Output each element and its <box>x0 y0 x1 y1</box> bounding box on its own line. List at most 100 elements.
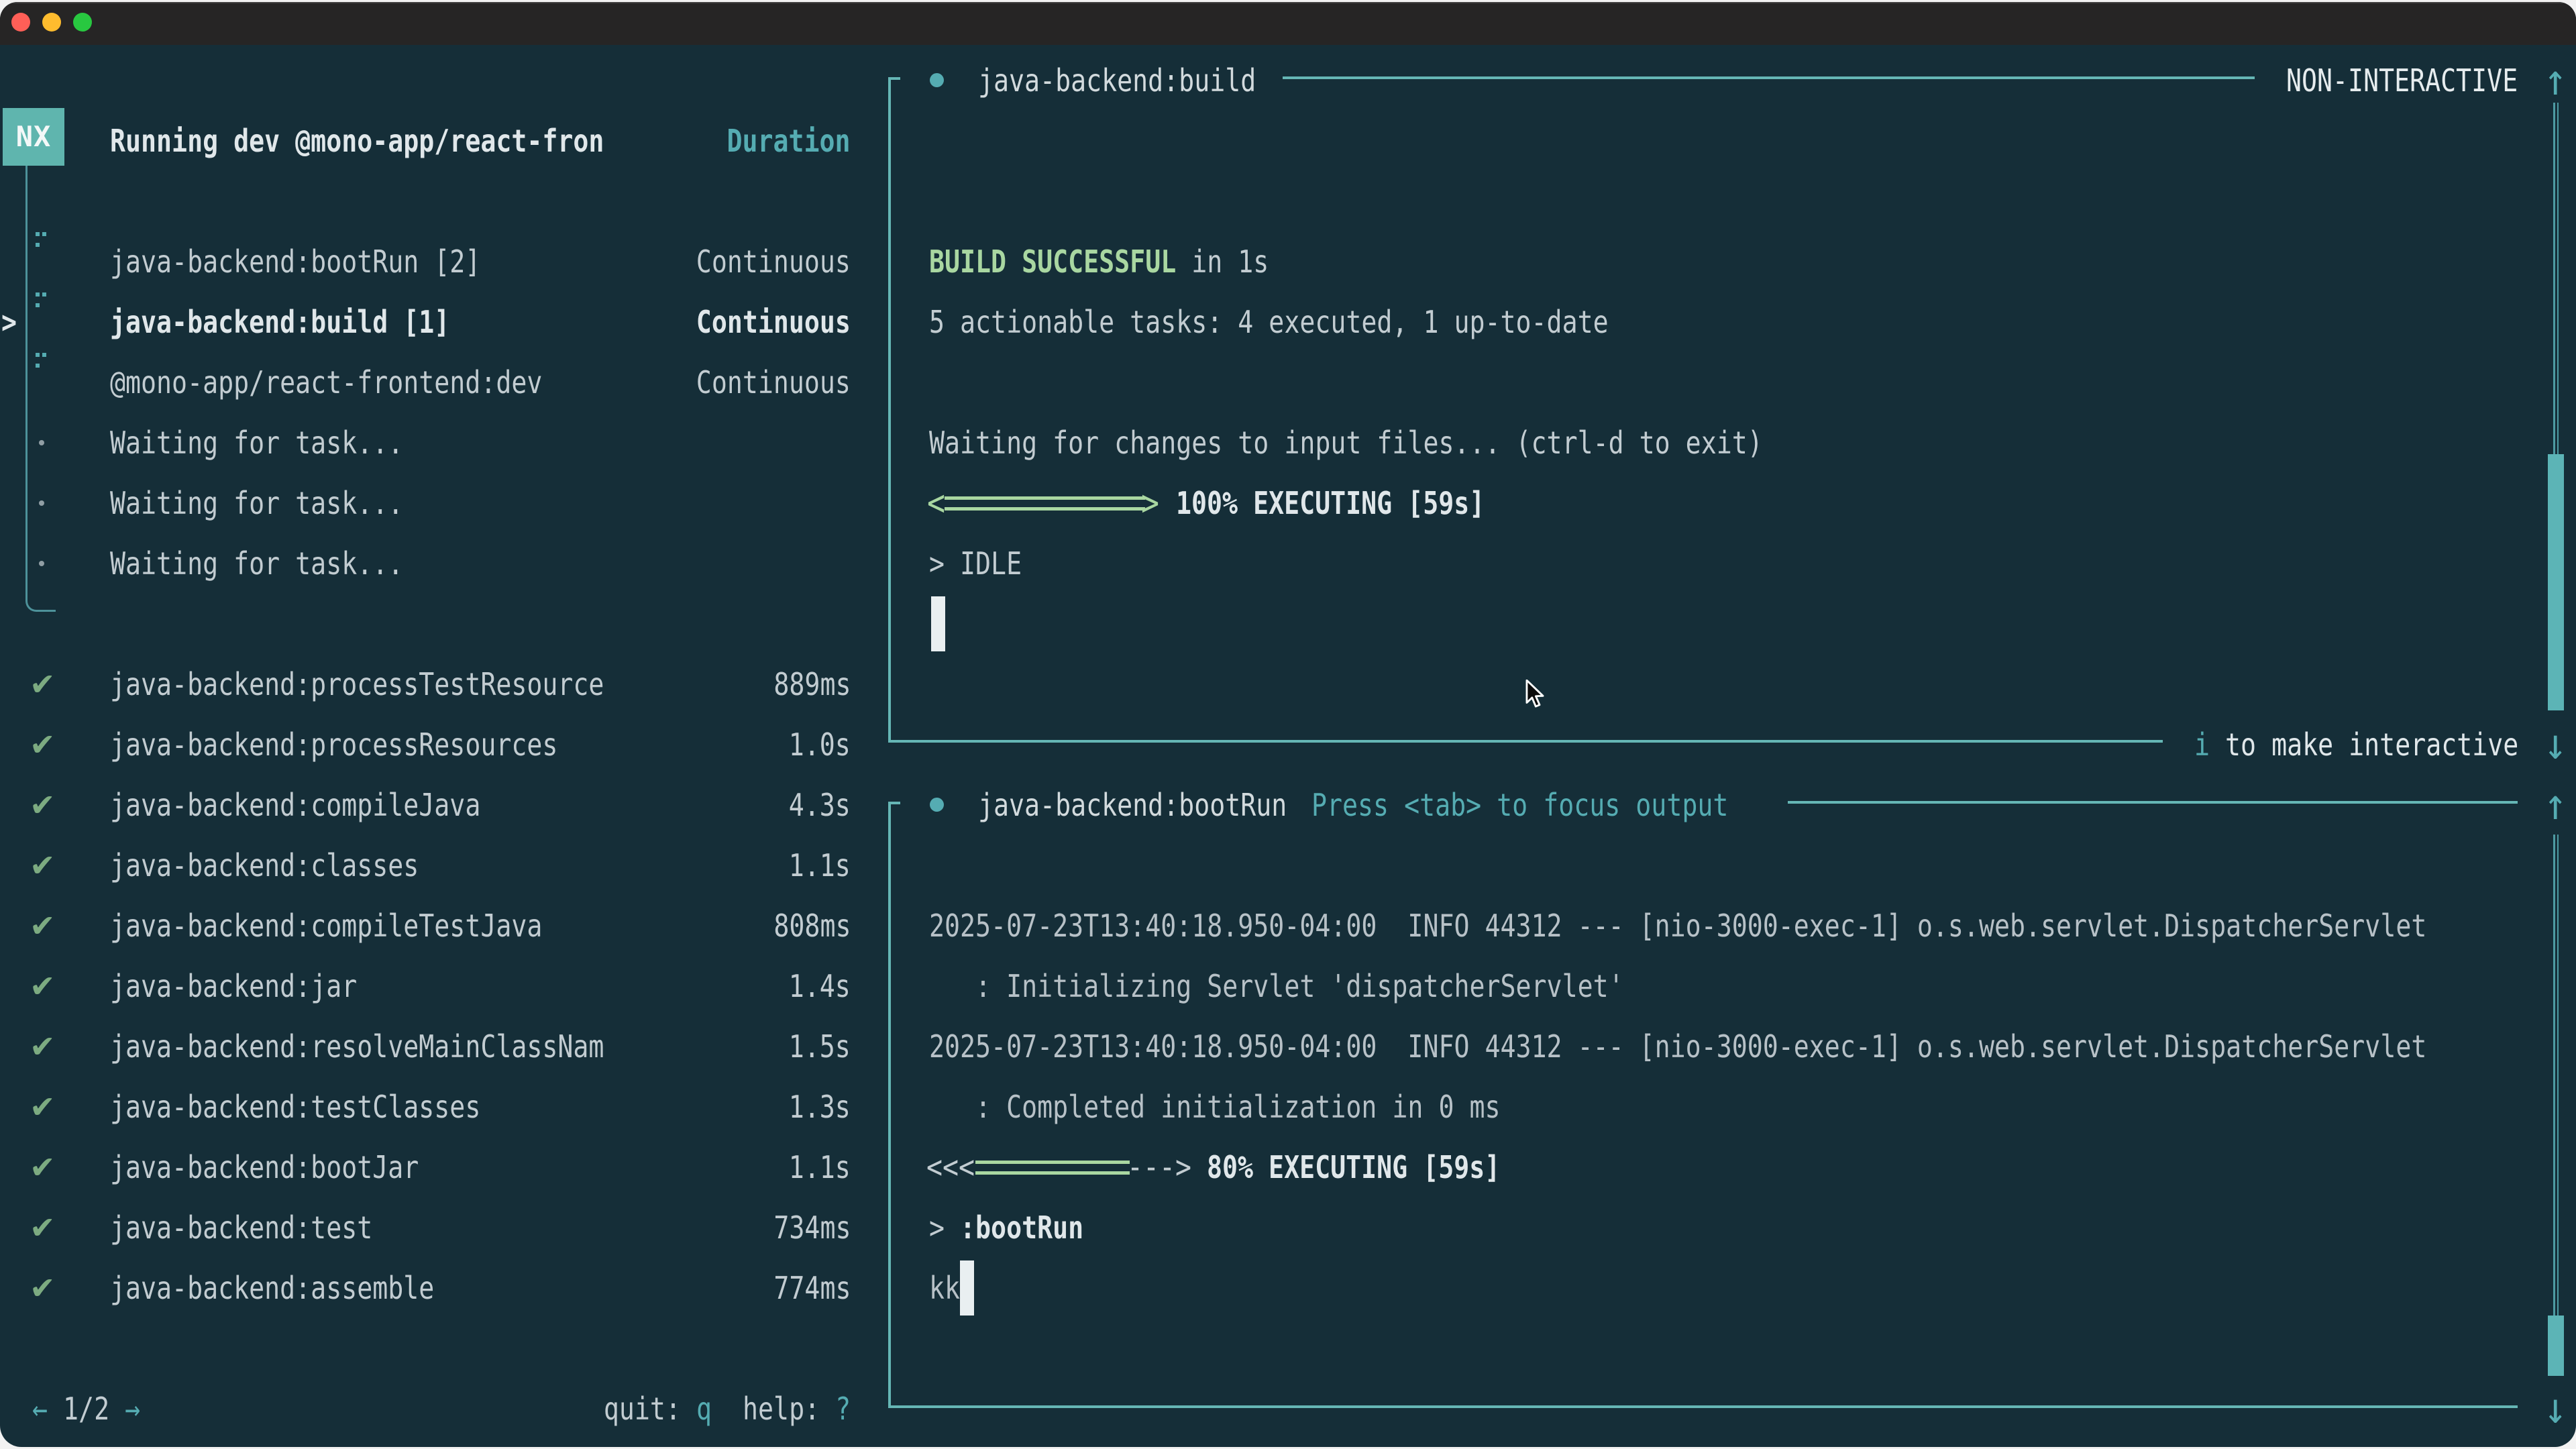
quit-key[interactable]: q <box>696 1391 712 1427</box>
build-scrollbar-thumb[interactable] <box>2548 454 2564 710</box>
interactive-key[interactable]: i <box>2194 727 2210 763</box>
build-panel-mode-badge: NON-INTERACTIVE <box>2286 50 2518 111</box>
bootrun-panel-border-left <box>888 802 891 1407</box>
bootrun-panel-border-bottom <box>888 1405 2518 1408</box>
task-waiting-dot-icon <box>39 500 44 506</box>
pager-label <box>48 1391 63 1427</box>
task-status: Continuous <box>696 292 851 352</box>
titlebar[interactable] <box>0 2 2576 45</box>
check-icon: ✔ <box>30 714 56 775</box>
build-progress-label: 100% EXECUTING [59s] <box>1176 473 1485 533</box>
bootrun-scrollbar-thumb[interactable] <box>2548 1316 2564 1376</box>
task-duration: 734ms <box>773 1197 851 1258</box>
check-icon: ✔ <box>30 896 56 956</box>
bootrun-progress-bar-left-arrows: <<< <box>926 1137 975 1197</box>
pager-next-icon[interactable]: → <box>125 1391 140 1427</box>
check-icon: ✔ <box>30 1077 56 1137</box>
task-name: java-backend:bootJar <box>110 1137 419 1197</box>
task-duration: 774ms <box>773 1258 851 1318</box>
bootrun-log-line: 2025-07-23T13:40:18.950-04:00 INFO 44312… <box>929 1016 2426 1077</box>
build-panel-border-left <box>888 77 891 742</box>
selected-task-arrow-icon: > <box>1 292 17 352</box>
help-key[interactable]: ? <box>835 1391 851 1427</box>
sidebar-title: Running dev @mono-app/react-fron <box>110 111 604 171</box>
build-panel-scroll-up-icon[interactable]: ↑ <box>2544 50 2567 111</box>
bootrun-panel-status-dot-icon <box>930 798 944 812</box>
task-name: java-backend:compileJava <box>110 775 480 835</box>
build-waiting-line: Waiting for changes to input files... (c… <box>929 413 1763 473</box>
bootrun-input-text[interactable]: kk <box>929 1258 960 1318</box>
build-tasks-summary: 5 actionable tasks: 4 executed, 1 up-to-… <box>929 292 1609 352</box>
task-name: Waiting for task... <box>110 533 403 594</box>
build-idle-line: > IDLE <box>929 533 1022 594</box>
bootrun-focus-hint: Press <tab> to focus output <box>1311 775 1728 835</box>
close-button[interactable] <box>11 13 30 32</box>
screen: NX Running dev @mono-app/react-fron Dura… <box>0 0 2576 1449</box>
task-duration: 808ms <box>773 896 851 956</box>
build-time-text: in 1s <box>1176 244 1269 280</box>
build-progress-bar-fill <box>945 496 1145 511</box>
check-icon: ✔ <box>30 654 56 714</box>
mouse-cursor-icon <box>1524 680 1546 710</box>
build-panel-title-rule <box>1283 76 2255 79</box>
bootrun-panel-title[interactable]: java-backend:bootRun <box>978 775 1287 835</box>
check-icon: ✔ <box>30 835 56 896</box>
check-icon: ✔ <box>30 775 56 835</box>
task-waiting-dot-icon <box>39 561 44 566</box>
build-progress-bar-left-arrow: < <box>927 473 945 533</box>
task-name: java-backend:classes <box>110 835 419 896</box>
duration-column-header: Duration <box>727 111 851 171</box>
pager-spacer <box>109 1391 125 1427</box>
task-name: java-backend:build [1] <box>110 292 449 352</box>
task-duration: 1.1s <box>789 1137 851 1197</box>
bootrun-prompt-arrow: > <box>929 1210 960 1246</box>
minimize-button[interactable] <box>42 13 61 32</box>
terminal-window: NX Running dev @mono-app/react-fron Dura… <box>0 2 2576 1447</box>
build-scrollbar-track-right <box>2557 103 2559 454</box>
task-duration: 4.3s <box>789 775 851 835</box>
task-name: Waiting for task... <box>110 473 403 533</box>
bootrun-prompt-line: > :bootRun <box>929 1197 1083 1258</box>
bootrun-log-line: : Completed initialization in 0 ms <box>929 1077 1501 1137</box>
build-panel-scroll-down-icon[interactable]: ↓ <box>2544 714 2567 775</box>
bootrun-progress-label: 80% EXECUTING [59s] <box>1207 1137 1500 1197</box>
quit-hint-label: quit: <box>604 1391 696 1427</box>
build-panel-border-top-stub <box>888 77 900 80</box>
bootrun-prompt-task: :bootRun <box>960 1210 1083 1246</box>
task-duration: 1.4s <box>789 956 851 1016</box>
bootrun-progress-bar-fill <box>975 1161 1130 1175</box>
task-name: java-backend:testClasses <box>110 1077 480 1137</box>
key-hints: quit: q help: ? <box>604 1379 851 1439</box>
bootrun-log-line: : Initializing Servlet 'dispatcherServle… <box>929 956 1624 1016</box>
bootrun-scrollbar-track-right <box>2557 835 2559 1316</box>
bootrun-panel-scroll-down-icon[interactable]: ↓ <box>2544 1379 2567 1439</box>
help-hint-label: help: <box>712 1391 835 1427</box>
bootrun-progress-bar-right-arrows: ---> <box>1127 1137 1191 1197</box>
bootrun-panel-scroll-up-icon[interactable]: ↑ <box>2544 775 2567 835</box>
task-status: Continuous <box>696 352 851 413</box>
build-scrollbar-track-left <box>2553 103 2555 454</box>
task-duration: 1.5s <box>789 1016 851 1077</box>
task-name: java-backend:bootRun [2] <box>110 231 480 292</box>
task-name: java-backend:test <box>110 1197 372 1258</box>
task-name: Waiting for task... <box>110 413 403 473</box>
task-name: @mono-app/react-frontend:dev <box>110 352 542 413</box>
task-spinner-icon <box>36 232 40 236</box>
pager[interactable]: ← 1/2 → <box>32 1379 140 1439</box>
task-list-bracket <box>25 166 56 612</box>
zoom-button[interactable] <box>73 13 92 32</box>
bootrun-panel-border-top-stub <box>888 802 900 804</box>
task-name: java-backend:compileTestJava <box>110 896 542 956</box>
task-duration: 889ms <box>773 654 851 714</box>
task-name: java-backend:jar <box>110 956 357 1016</box>
build-panel-border-bottom <box>888 740 2163 743</box>
bootrun-terminal-cursor <box>960 1260 974 1316</box>
pager-page: 1/2 <box>63 1391 109 1427</box>
build-panel-title[interactable]: java-backend:build <box>978 50 1256 111</box>
task-spinner-icon <box>36 292 40 297</box>
check-icon: ✔ <box>30 1016 56 1077</box>
task-spinner-icon <box>36 353 40 357</box>
bootrun-panel-title-rule <box>1788 801 2518 804</box>
pager-prev-icon[interactable]: ← <box>32 1391 48 1427</box>
build-progress-bar-right-arrow: > <box>1141 473 1159 533</box>
